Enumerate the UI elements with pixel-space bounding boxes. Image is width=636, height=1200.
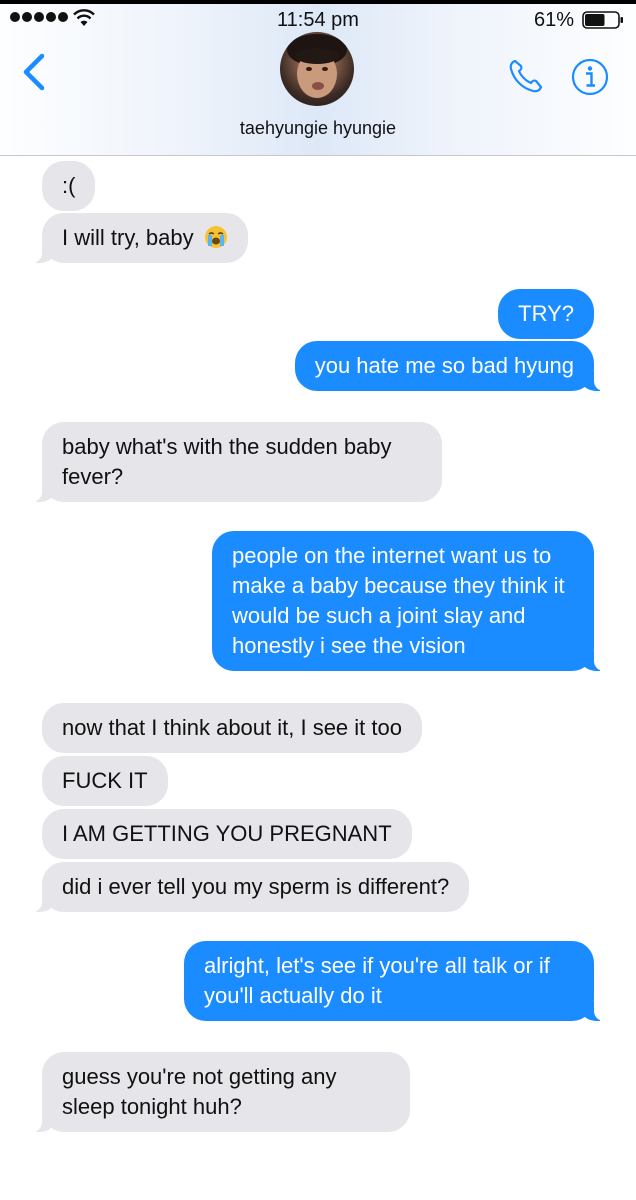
conversation-header: 11:54 pm 61% taehyungie hyungie	[0, 4, 636, 156]
message-text: people on the internet want us to make a…	[232, 543, 565, 658]
contact-name[interactable]: taehyungie hyungie	[0, 118, 636, 139]
battery-icon	[582, 11, 623, 29]
status-bar: 11:54 pm 61%	[0, 4, 636, 34]
message-text: baby what's with the sudden baby fever?	[62, 434, 392, 489]
message-bubble-incoming[interactable]: I AM GETTING YOU PREGNANT	[42, 809, 412, 859]
message-text: guess you're not getting any sleep tonig…	[62, 1064, 337, 1119]
message-bubble-incoming[interactable]: FUCK IT	[42, 756, 168, 806]
message-bubble-incoming[interactable]: baby what's with the sudden baby fever?	[32, 422, 442, 502]
message-bubble-outgoing[interactable]: TRY?	[498, 289, 594, 339]
message-bubble-incoming[interactable]: did i ever tell you my sperm is differen…	[31, 862, 470, 912]
battery-percent: 61%	[533, 9, 574, 31]
message-bubble-outgoing[interactable]: alright, let's see if you're all talk or…	[184, 941, 604, 1021]
message-bubble-incoming[interactable]: :(	[42, 161, 96, 211]
message-text: I AM GETTING YOU PREGNANT	[62, 821, 392, 846]
message-text: :(	[62, 173, 76, 198]
message-bubble-incoming[interactable]: guess you're not getting any sleep tonig…	[32, 1052, 410, 1132]
info-icon[interactable]	[571, 58, 609, 96]
message-text: alright, let's see if you're all talk or…	[204, 953, 550, 1008]
message-bubble-outgoing[interactable]: people on the internet want us to make a…	[212, 531, 604, 671]
message-bubble-incoming[interactable]: now that I think about it, I see it too	[42, 703, 422, 753]
message-text: I will try, baby	[62, 225, 194, 250]
chevron-left-icon[interactable]	[18, 52, 52, 92]
message-text: now that I think about it, I see it too	[62, 715, 402, 740]
message-bubble-incoming[interactable]: I will try, baby	[32, 213, 248, 263]
phone-icon[interactable]	[506, 56, 546, 96]
loudly-crying-face-icon	[204, 226, 227, 248]
message-text: FUCK IT	[62, 768, 148, 793]
message-text: you hate me so bad hyung	[314, 353, 574, 378]
message-bubble-outgoing[interactable]: you hate me so bad hyung	[294, 341, 605, 391]
message-text: did i ever tell you my sperm is differen…	[62, 874, 450, 899]
avatar[interactable]	[280, 32, 354, 106]
message-text: TRY?	[518, 301, 574, 326]
